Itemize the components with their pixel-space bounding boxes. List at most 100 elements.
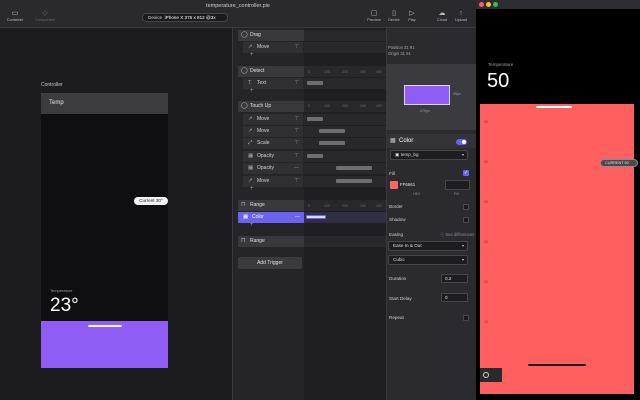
easing-select[interactable]: Ease In & Out ▾ (388, 241, 468, 251)
device-selector-value: iPhone X 375 x 812 @3x (164, 15, 216, 20)
repeat-checkbox[interactable] (463, 315, 469, 321)
trigger-range[interactable]: ⊓ Range (238, 236, 304, 247)
upload-button[interactable]: ↑ Upload (448, 10, 474, 26)
play-button[interactable]: ▷ Play (399, 10, 425, 26)
current-pill-layer[interactable]: Current 30° (134, 197, 168, 205)
trigger-touch-up-label: Touch Up (250, 103, 272, 109)
detect-trigger-icon: ◯ (241, 68, 248, 74)
response-label: Color (252, 214, 264, 220)
timeline-bar-selected[interactable] (306, 215, 326, 219)
color-icon: ▦ (390, 138, 396, 144)
add-response-icon[interactable]: + (250, 222, 254, 228)
timeline-bar[interactable] (336, 179, 372, 183)
response-move[interactable]: ↗ Move ⊤ (243, 114, 303, 125)
chevron-down-icon: ▾ (461, 257, 464, 262)
timeline-ruler: 0 100 200 300 400 (308, 70, 382, 74)
window-title-bar (476, 0, 640, 9)
response-label: Opacity (257, 165, 274, 171)
component-label: Component (35, 18, 55, 22)
move-icon: ↗ (248, 116, 253, 122)
repeat-label: Repeat (389, 315, 404, 320)
chevron-down-icon: ▾ (461, 152, 464, 157)
timeline-row (304, 236, 386, 247)
minimize-window-icon[interactable] (486, 2, 491, 7)
trigger-detect[interactable]: ◯ Detect (238, 66, 304, 77)
device-selector[interactable]: Device iPhone X 375 x 812 @3x (142, 13, 228, 22)
response-opacity[interactable]: ▦ Opacity — (243, 163, 303, 174)
timeline-bar[interactable] (319, 129, 345, 133)
temperature-label[interactable]: Temperature (50, 288, 72, 293)
component-button[interactable]: ◇ Component (32, 10, 58, 26)
add-response-icon[interactable]: + (250, 52, 254, 58)
linear-curve-icon: — (295, 214, 300, 220)
opacity-icon: ▦ (248, 153, 254, 159)
duration-input[interactable]: 0.2 (441, 274, 468, 283)
border-checkbox[interactable] (463, 204, 469, 210)
response-label: Move (257, 178, 270, 184)
response-scale[interactable]: ⤢ Scale ⊤ (243, 138, 303, 149)
response-label: Scale (257, 140, 270, 146)
curve-select[interactable]: Cubic ▾ (388, 255, 468, 265)
color-enabled-toggle[interactable] (456, 139, 467, 145)
device-icon: ▯ (392, 10, 396, 17)
shadow-checkbox[interactable] (463, 217, 469, 223)
scale-tick: 50 (484, 160, 488, 164)
trigger-range[interactable]: ⊓ Range (238, 200, 304, 211)
preview-temperature-slider[interactable] (480, 104, 634, 368)
color-section-title: Color (399, 138, 414, 144)
scale-tick: 10 (484, 320, 488, 324)
response-label: Text (257, 80, 267, 86)
response-opacity[interactable]: ▦ Opacity ⊤ (243, 151, 303, 162)
timeline-row (304, 126, 386, 137)
ease-curve-icon: ⊤ (294, 128, 299, 134)
document-title: temperature_controller.pie (206, 3, 270, 9)
timeline-bar[interactable] (336, 166, 372, 170)
refresh-icon[interactable] (483, 372, 489, 378)
zoom-window-icon[interactable] (493, 2, 498, 7)
timeline-bar[interactable] (319, 141, 345, 145)
component-icon: ◇ (42, 10, 48, 17)
temperature-value[interactable]: 23° (50, 295, 79, 317)
play-icon: ▷ (409, 10, 415, 17)
see-differences-link[interactable]: ⓘ See differences (440, 232, 474, 238)
frame-label[interactable]: Controller (41, 82, 63, 88)
border-label: Border (389, 204, 403, 209)
response-move[interactable]: ↗ Move ⊤ (243, 126, 303, 137)
fill-color-swatch[interactable] (390, 181, 398, 189)
trigger-range-label: Range (250, 238, 265, 244)
scale-tick: 40 (484, 200, 488, 204)
add-trigger-button[interactable]: Add Trigger (238, 257, 302, 269)
ease-curve-icon: ⊤ (294, 153, 299, 159)
trigger-range-label: Range (250, 202, 265, 208)
fill-hex-input[interactable]: FF6661 (400, 182, 415, 187)
layer-preview-rect (404, 85, 450, 105)
temp-bg-layer[interactable] (41, 321, 168, 368)
trigger-touch-up[interactable]: ◯ Touch Up (238, 101, 304, 112)
chevron-down-icon: ▾ (461, 243, 464, 248)
response-color[interactable]: ▦ Color — (238, 212, 304, 223)
fill-checkbox[interactable]: ✓ (463, 170, 469, 176)
preview-temperature-label: Temperature (488, 62, 514, 67)
move-icon: ↗ (248, 128, 253, 134)
trigger-drag-label: Drag (250, 32, 261, 38)
timeline-bar[interactable] (307, 81, 323, 85)
layer-select[interactable]: ▣ temp_bg ▾ (390, 150, 468, 160)
add-response-icon[interactable]: + (250, 186, 254, 192)
shadow-label: Shadow (389, 217, 406, 222)
temp-bar-layer[interactable]: Temp (41, 93, 168, 114)
container-label: Container (6, 18, 24, 22)
start-delay-input[interactable]: 0 (441, 293, 468, 302)
opacity-icon: ▦ (248, 165, 254, 171)
layer-select-icon: ▣ (395, 152, 400, 157)
fill-opacity-input[interactable] (445, 180, 470, 190)
preview-slider-handle[interactable] (536, 106, 572, 108)
add-response-icon[interactable]: + (250, 88, 254, 94)
close-window-icon[interactable] (479, 2, 484, 7)
scale-tick: 60 (484, 120, 488, 124)
trigger-drag[interactable]: ◯ Drag (238, 30, 304, 41)
timeline-ruler: 0 100 200 300 400 (308, 104, 382, 108)
container-button[interactable]: ▭ Container (2, 10, 28, 26)
ease-curve-icon: ⊤ (294, 178, 299, 184)
timeline-bar[interactable] (307, 154, 323, 158)
timeline-bar[interactable] (307, 117, 323, 121)
